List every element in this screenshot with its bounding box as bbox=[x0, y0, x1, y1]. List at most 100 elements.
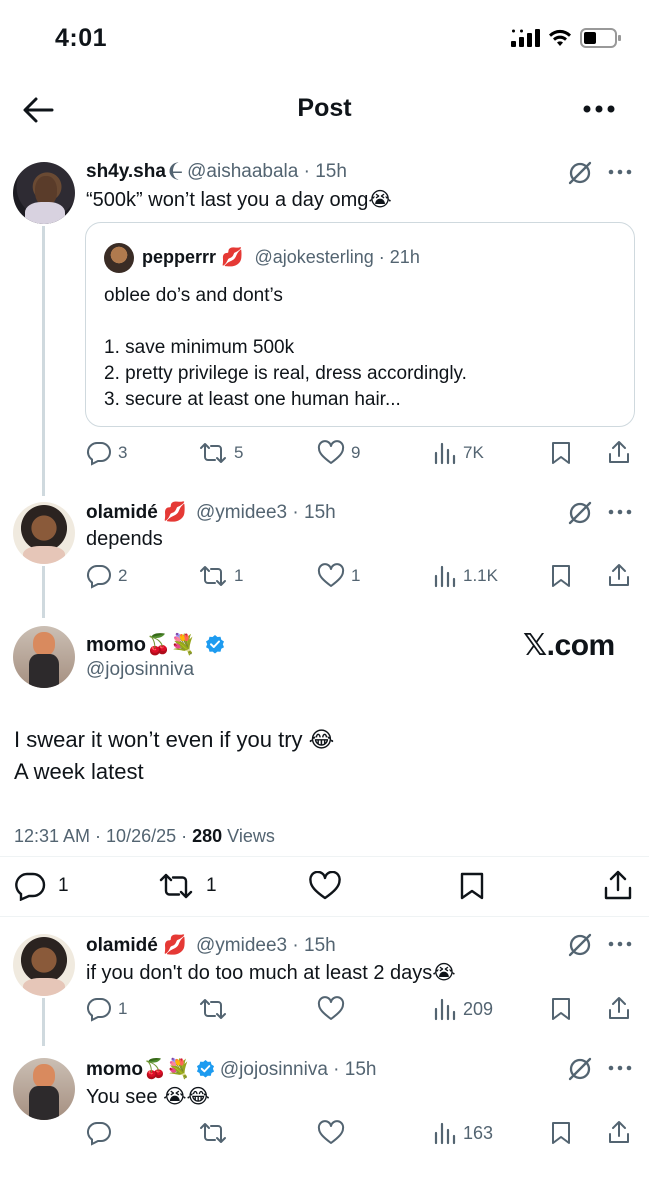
share-icon[interactable] bbox=[607, 439, 631, 465]
like-button[interactable]: 1 bbox=[317, 563, 360, 589]
views-icon bbox=[433, 996, 457, 1022]
bookmark-icon[interactable] bbox=[550, 996, 572, 1022]
watermark: 𝕏.com bbox=[523, 629, 615, 662]
avatar[interactable] bbox=[13, 1058, 75, 1120]
repost-button[interactable]: 5 bbox=[198, 440, 243, 466]
thread-line bbox=[42, 566, 45, 618]
bookmark-icon[interactable] bbox=[550, 563, 572, 589]
avatar[interactable] bbox=[13, 934, 75, 996]
display-name: pepperrr 💋 bbox=[142, 247, 244, 267]
reply-button[interactable]: 1 bbox=[14, 871, 69, 901]
like-icon[interactable] bbox=[317, 1120, 345, 1146]
grok-icon[interactable] bbox=[567, 500, 593, 526]
like-count: 9 bbox=[351, 443, 361, 462]
like-icon[interactable] bbox=[308, 871, 342, 901]
like-icon bbox=[317, 440, 345, 466]
handle[interactable]: @jojosinniva bbox=[86, 659, 194, 681]
more-icon[interactable] bbox=[582, 101, 616, 117]
more-icon[interactable] bbox=[608, 1064, 632, 1072]
quote-header: pepperrr 💋 @ajokesterling · 21h bbox=[142, 247, 420, 267]
bookmark-icon[interactable] bbox=[459, 871, 485, 901]
post-meta: 12:31 AM · 10/26/25 · 280 Views bbox=[14, 826, 275, 847]
views-icon bbox=[433, 563, 457, 589]
reply-count: 1 bbox=[118, 999, 128, 1018]
grok-icon[interactable] bbox=[567, 932, 593, 958]
handle[interactable]: @aishaabala bbox=[187, 161, 298, 182]
like-icon[interactable] bbox=[317, 996, 345, 1022]
display-name[interactable]: olamidé 💋 bbox=[86, 502, 187, 523]
avatar[interactable] bbox=[13, 502, 75, 564]
repost-icon[interactable] bbox=[198, 1120, 228, 1146]
repost-count: 1 bbox=[234, 566, 244, 585]
repost-button[interactable]: 1 bbox=[198, 563, 243, 589]
reply-button[interactable]: 3 bbox=[86, 440, 127, 466]
timestamp[interactable]: 12:31 AM · 10/26/25 · bbox=[14, 826, 192, 846]
post-time[interactable]: 15h bbox=[304, 502, 336, 523]
quote-line: 1. save minimum 500k bbox=[104, 337, 295, 358]
views-button[interactable]: 7K bbox=[433, 440, 484, 466]
handle[interactable]: @ymidee3 bbox=[196, 935, 287, 956]
post-header: olamidé 💋 @ymidee3 · 15h bbox=[86, 502, 336, 523]
bookmark-icon[interactable] bbox=[550, 440, 572, 466]
display-name[interactable]: momo🍒💐 bbox=[86, 634, 196, 656]
reply-icon[interactable] bbox=[86, 1120, 112, 1146]
wifi-icon bbox=[548, 28, 572, 48]
grok-icon[interactable] bbox=[567, 1056, 593, 1082]
views-count: 1.1K bbox=[463, 566, 498, 585]
repost-icon bbox=[158, 871, 194, 901]
post-time[interactable]: 15h bbox=[304, 935, 336, 956]
handle[interactable]: @jojosinniva bbox=[220, 1059, 328, 1080]
verified-icon bbox=[205, 634, 225, 654]
quote-line: 2. pretty privilege is real, dress accor… bbox=[104, 363, 467, 384]
like-count: 1 bbox=[351, 566, 361, 585]
quote-text: oblee do’s and dont’s 1. save minimum 50… bbox=[104, 283, 467, 413]
reply-count: 1 bbox=[58, 875, 69, 896]
share-icon[interactable] bbox=[607, 562, 631, 588]
views-button[interactable]: 1.1K bbox=[433, 563, 498, 589]
share-icon[interactable] bbox=[603, 869, 633, 901]
post-text: You see 😭😂 bbox=[86, 1086, 210, 1108]
display-name[interactable]: sh4y.sha bbox=[86, 161, 166, 182]
reply-icon bbox=[14, 871, 46, 901]
post-header: momo🍒💐 bbox=[86, 632, 225, 657]
reply-icon bbox=[86, 440, 112, 466]
grok-icon[interactable] bbox=[567, 160, 593, 186]
more-icon[interactable] bbox=[608, 940, 632, 948]
post-header: sh4y.sha❨̶ @aishaabala · 15h bbox=[86, 161, 347, 182]
views-count: 280 bbox=[192, 826, 223, 846]
views-button[interactable]: 209 bbox=[433, 996, 493, 1022]
like-button[interactable]: 9 bbox=[317, 440, 360, 466]
reply-icon bbox=[86, 996, 112, 1022]
views-count: 209 bbox=[463, 998, 494, 1019]
handle[interactable]: @ymidee3 bbox=[196, 502, 287, 523]
repost-button[interactable]: 1 bbox=[158, 871, 217, 901]
display-name[interactable]: momo🍒💐 bbox=[86, 1059, 190, 1080]
more-icon[interactable] bbox=[608, 168, 632, 176]
views-count: 7K bbox=[463, 443, 484, 462]
post-text: “500k” won’t last you a day omg😭 bbox=[86, 189, 392, 211]
reply-count: 3 bbox=[118, 443, 128, 462]
views-label: Views bbox=[222, 826, 275, 846]
quoted-post[interactable]: pepperrr 💋 @ajokesterling · 21h oblee do… bbox=[85, 222, 635, 427]
views-icon bbox=[433, 440, 457, 466]
views-icon bbox=[433, 1120, 457, 1146]
divider bbox=[0, 856, 649, 857]
avatar[interactable] bbox=[13, 162, 75, 224]
reply-button[interactable]: 1 bbox=[86, 996, 127, 1022]
repost-icon[interactable] bbox=[198, 996, 228, 1022]
reply-button[interactable]: 2 bbox=[86, 563, 127, 589]
avatar[interactable] bbox=[13, 626, 75, 688]
share-icon[interactable] bbox=[607, 995, 631, 1021]
more-icon[interactable] bbox=[608, 508, 632, 516]
main-post-line: A week latest bbox=[14, 759, 144, 784]
bookmark-icon[interactable] bbox=[550, 1120, 572, 1146]
views-button[interactable]: 163 bbox=[433, 1120, 493, 1146]
display-name[interactable]: olamidé 💋 bbox=[86, 935, 187, 956]
post-time[interactable]: 15h bbox=[315, 161, 347, 182]
post-time[interactable]: 15h bbox=[345, 1059, 377, 1080]
verified-icon bbox=[196, 1059, 215, 1078]
quote-line bbox=[104, 309, 467, 335]
share-icon[interactable] bbox=[607, 1119, 631, 1145]
thread-line bbox=[42, 998, 45, 1046]
quote-line: oblee do’s and dont’s bbox=[104, 285, 283, 306]
